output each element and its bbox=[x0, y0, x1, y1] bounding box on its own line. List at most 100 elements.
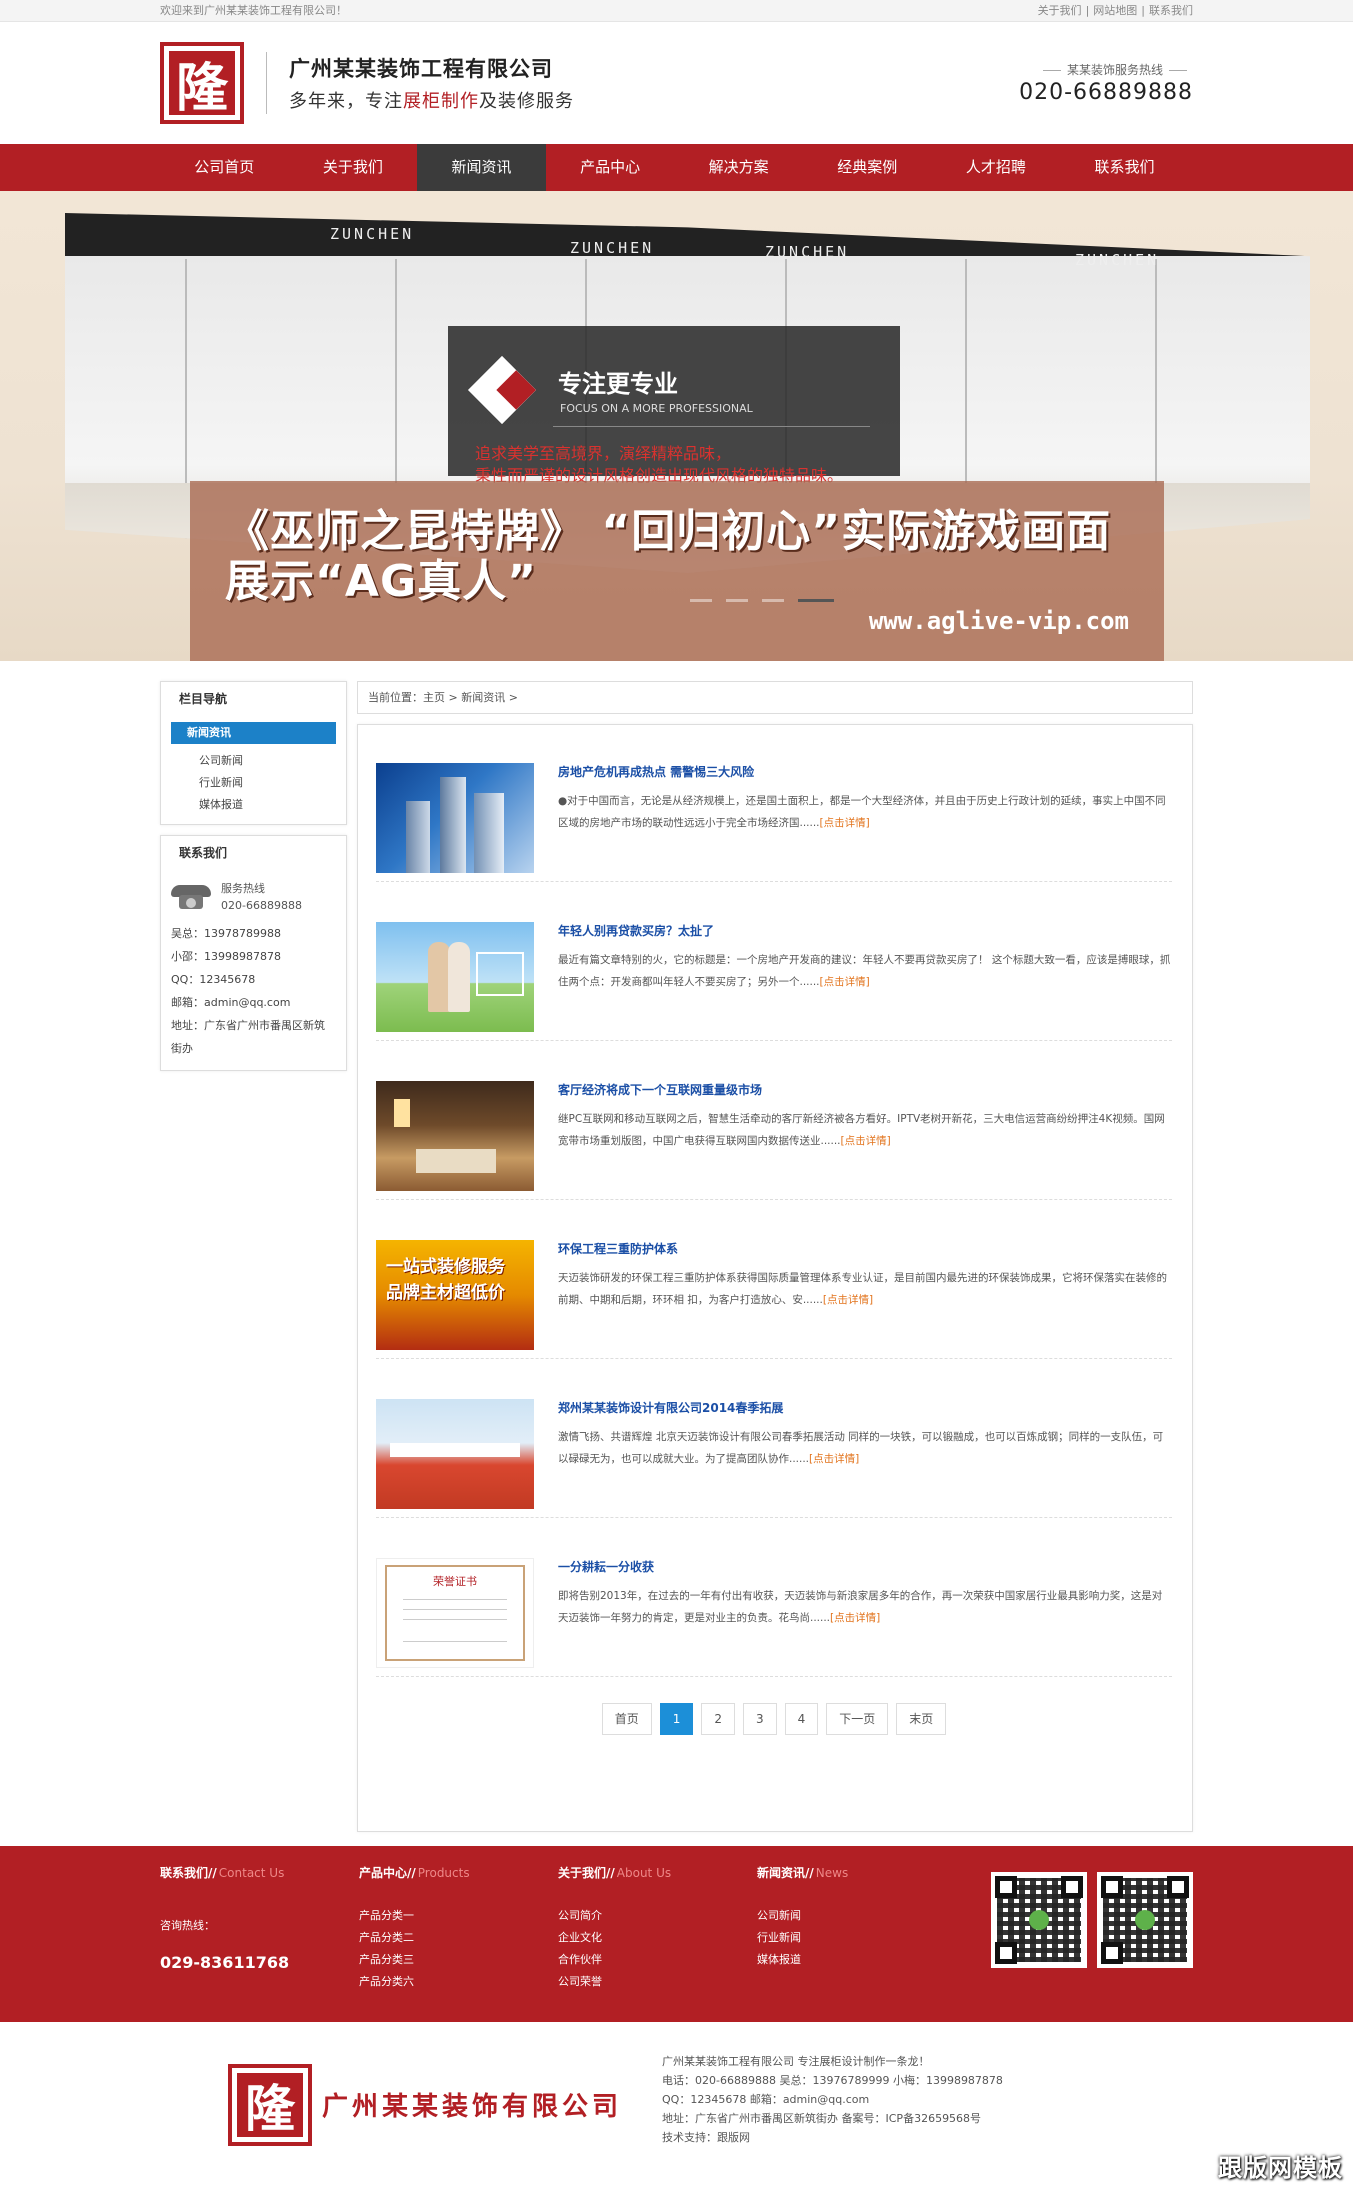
footer-logo[interactable]: 隆 广州某某装饰有限公司 bbox=[228, 2062, 622, 2147]
footer-link[interactable]: 产品分类三 bbox=[359, 1949, 558, 1971]
nav-item-news[interactable]: 新闻资讯 bbox=[417, 144, 546, 191]
read-more-link[interactable]: [点击详情] bbox=[823, 1294, 873, 1306]
qr-code-icon bbox=[1097, 1872, 1193, 1968]
bottom-info: 隆 广州某某装饰有限公司 广州某某装饰工程有限公司 专注展柜设计制作一条龙！ 电… bbox=[0, 2022, 1353, 2189]
news-thumb-buildings[interactable] bbox=[376, 763, 534, 873]
sidebar-category-news[interactable]: 新闻资讯 bbox=[171, 722, 336, 744]
footer-link[interactable]: 产品分类一 bbox=[359, 1905, 558, 1927]
news-title[interactable]: 郑州某某装饰设计有限公司2014春季拓展 bbox=[558, 1399, 1172, 1416]
list-item: 房地产危机再成热点 需警惕三大风险 ●对于中国而言，无论是从经济规模上，还是国土… bbox=[376, 749, 1172, 882]
welcome-text: 欢迎来到广州某某装饰工程有限公司！ bbox=[160, 4, 347, 17]
footer-link[interactable]: 产品分类二 bbox=[359, 1927, 558, 1949]
nav-item-contact[interactable]: 联系我们 bbox=[1060, 144, 1189, 191]
sidebar-item-industry-news[interactable]: 行业新闻 bbox=[199, 772, 346, 794]
footer-qr-codes bbox=[991, 1872, 1193, 1993]
read-more-link[interactable]: [点击详情] bbox=[830, 1612, 880, 1624]
site-header: 隆 广州某某装饰工程有限公司 多年来，专注展柜制作及装修服务 某某装饰服务热线 … bbox=[0, 22, 1353, 144]
footer-link[interactable]: 媒体报道 bbox=[757, 1949, 956, 1971]
banner-brand-4: ZUNCHEN bbox=[1075, 251, 1160, 269]
read-more-link[interactable]: [点击详情] bbox=[820, 817, 870, 829]
slide-dot[interactable] bbox=[690, 599, 712, 602]
pager-page-1[interactable]: 1 bbox=[659, 1703, 694, 1735]
news-desc: ●对于中国而言，无论是从经济规模上，还是国土面积上，都是一个大型经济体，并且由于… bbox=[558, 795, 1166, 829]
read-more-link[interactable]: [点击详情] bbox=[809, 1453, 859, 1465]
pager-page-2[interactable]: 2 bbox=[701, 1703, 735, 1735]
banner-brand-3: ZUNCHEN bbox=[765, 243, 850, 261]
list-item: 郑州某某装饰设计有限公司2014春季拓展 激情飞扬、共谱辉煌 北京天迈装饰设计有… bbox=[376, 1385, 1172, 1518]
slide-dot[interactable] bbox=[726, 599, 748, 602]
banner-ad-overlay[interactable]: 《巫师之昆特牌》 “回归初心”实际游戏画面 展示“AG真人” www.agliv… bbox=[190, 481, 1164, 661]
news-thumb-cert-title: 荣誉证书 bbox=[433, 1575, 477, 1588]
diamond-logo-icon bbox=[468, 356, 536, 424]
pager-last[interactable]: 末页 bbox=[896, 1703, 947, 1735]
sidebar-item-media[interactable]: 媒体报道 bbox=[199, 794, 346, 816]
sidebar-contact-title: 联系我们 bbox=[179, 846, 228, 860]
footer-link[interactable]: 合作伙伴 bbox=[558, 1949, 757, 1971]
slide-dot-active[interactable] bbox=[798, 599, 834, 602]
pager-next[interactable]: 下一页 bbox=[826, 1703, 889, 1735]
news-thumb-team[interactable] bbox=[376, 1399, 534, 1509]
news-desc: 天迈装饰研发的环保工程三重防护体系获得国际质量管理体系专业认证，是目前国内最先进… bbox=[558, 1272, 1167, 1306]
news-thumb-livingroom[interactable] bbox=[376, 1081, 534, 1191]
nav-item-solutions[interactable]: 解决方案 bbox=[674, 144, 803, 191]
top-bar: 欢迎来到广州某某装饰工程有限公司！ 关于我们 | 网站地图 | 联系我们 bbox=[0, 0, 1353, 22]
hotline-label: 某某装饰服务热线 bbox=[1019, 61, 1193, 78]
banner-brand-2: ZUNCHEN bbox=[570, 239, 655, 257]
footer-link[interactable]: 公司新闻 bbox=[757, 1905, 956, 1927]
news-desc: 继PC互联网和移动互联网之后，智慧生活牵动的客厅新经济被各方看好。IPTV老树开… bbox=[558, 1113, 1165, 1147]
pager-page-4[interactable]: 4 bbox=[784, 1703, 819, 1735]
banner-focus-subtitle: FOCUS ON A MORE PROFESSIONAL bbox=[560, 402, 753, 415]
sidebar-nav-box: 栏目导航 新闻资讯 公司新闻 行业新闻 媒体报道 bbox=[160, 681, 347, 825]
news-desc: 激情飞扬、共谱辉煌 北京天迈装饰设计有限公司春季拓展活动 同样的一块铁，可以锻融… bbox=[558, 1431, 1164, 1465]
nav-item-jobs[interactable]: 人才招聘 bbox=[932, 144, 1061, 191]
news-title[interactable]: 一分耕耘一分收获 bbox=[558, 1558, 1172, 1575]
site-footer: 联系我们//Contact Us 咨询热线： 029-83611768 产品中心… bbox=[0, 1846, 1353, 2022]
footer-link[interactable]: 公司荣誉 bbox=[558, 1971, 757, 1993]
news-thumb-ad[interactable]: 一站式装修服务 品牌主材超低价 bbox=[376, 1240, 534, 1350]
news-thumb-ad-text: 一站式装修服务 品牌主材超低价 bbox=[386, 1257, 505, 1303]
news-thumb-couple[interactable] bbox=[376, 922, 534, 1032]
sidebar-sub-list: 公司新闻 行业新闻 媒体报道 bbox=[161, 744, 346, 824]
top-link-sitemap[interactable]: 网站地图 bbox=[1093, 4, 1137, 17]
logo-divider bbox=[266, 52, 267, 114]
logo-text: 广州某某装饰工程有限公司 多年来，专注展柜制作及装修服务 bbox=[289, 53, 574, 113]
news-title[interactable]: 客厅经济将成下一个互联网重量级市场 bbox=[558, 1081, 1172, 1098]
watermark: 跟版网模板 bbox=[1218, 2154, 1343, 2182]
list-item: 年轻人别再贷款买房？太扯了 最近有篇文章特别的火，它的标题是：一个房地产开发商的… bbox=[376, 908, 1172, 1041]
news-title[interactable]: 年轻人别再贷款买房？太扯了 bbox=[558, 922, 1172, 939]
nav-item-cases[interactable]: 经典案例 bbox=[803, 144, 932, 191]
slide-dot[interactable] bbox=[762, 599, 784, 602]
logo-seal[interactable]: 隆 bbox=[160, 42, 244, 124]
header-hotline: 某某装饰服务热线 020-66889888 bbox=[1019, 61, 1193, 105]
nav-item-home[interactable]: 公司首页 bbox=[160, 144, 289, 191]
hero-banner[interactable]: ZUNCHEN ZUNCHEN ZUNCHEN ZUNCHEN 专注更专业 FO… bbox=[0, 191, 1353, 661]
main-nav: 公司首页 关于我们 新闻资讯 产品中心 解决方案 经典案例 人才招聘 联系我们 bbox=[0, 144, 1353, 191]
content-area: 栏目导航 新闻资讯 公司新闻 行业新闻 媒体报道 联系我们 服务热线 020-6… bbox=[160, 681, 1193, 1832]
read-more-link[interactable]: [点击详情] bbox=[841, 1135, 891, 1147]
telephone-icon bbox=[171, 883, 211, 911]
banner-ad-url[interactable]: www.aglive-vip.com bbox=[869, 607, 1129, 635]
news-title[interactable]: 房地产危机再成热点 需警惕三大风险 bbox=[558, 763, 1172, 780]
news-title[interactable]: 环保工程三重防护体系 bbox=[558, 1240, 1172, 1257]
news-thumb-certificate[interactable]: 荣誉证书 bbox=[376, 1558, 534, 1668]
nav-item-about[interactable]: 关于我们 bbox=[289, 144, 418, 191]
nav-item-products[interactable]: 产品中心 bbox=[546, 144, 675, 191]
news-list: 房地产危机再成热点 需警惕三大风险 ●对于中国而言，无论是从经济规模上，还是国土… bbox=[357, 724, 1193, 1832]
read-more-link[interactable]: [点击详情] bbox=[820, 976, 870, 988]
sidebar-phone-number: 020-66889888 bbox=[221, 899, 302, 912]
pagination: 首页 1 2 3 4 下一页 末页 bbox=[376, 1703, 1172, 1735]
news-desc: 最近有篇文章特别的火，它的标题是：一个房地产开发商的建议：年轻人不要再贷款买房了… bbox=[558, 954, 1171, 988]
top-link-about[interactable]: 关于我们 bbox=[1038, 4, 1082, 17]
company-slogan: 多年来，专注展柜制作及装修服务 bbox=[289, 91, 574, 112]
footer-link[interactable]: 产品分类六 bbox=[359, 1971, 558, 1993]
footer-link[interactable]: 企业文化 bbox=[558, 1927, 757, 1949]
sidebar-item-company-news[interactable]: 公司新闻 bbox=[199, 750, 346, 772]
top-link-contact[interactable]: 联系我们 bbox=[1149, 4, 1193, 17]
breadcrumb[interactable]: 当前位置：主页 > 新闻资讯 > bbox=[357, 681, 1193, 714]
company-name: 广州某某装饰工程有限公司 bbox=[289, 57, 553, 81]
pager-page-3[interactable]: 3 bbox=[742, 1703, 777, 1735]
footer-link[interactable]: 公司简介 bbox=[558, 1905, 757, 1927]
pager-first[interactable]: 首页 bbox=[601, 1703, 652, 1735]
footer-heading-products: 产品中心//Products bbox=[359, 1866, 470, 1880]
footer-link[interactable]: 行业新闻 bbox=[757, 1927, 956, 1949]
